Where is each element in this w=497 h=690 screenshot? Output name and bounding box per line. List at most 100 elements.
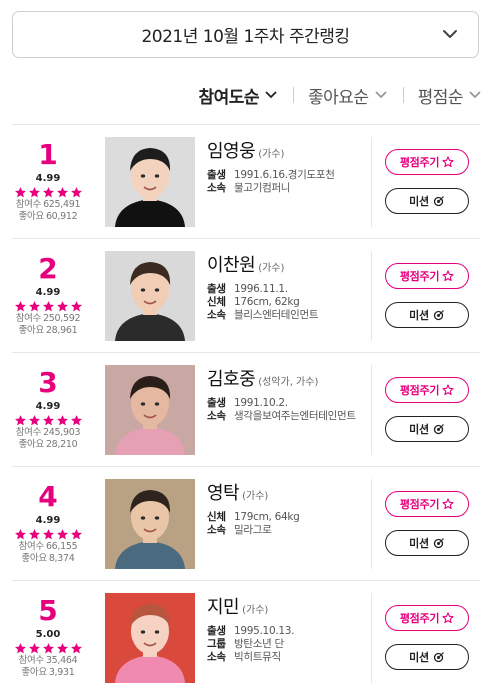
participants-label: 참여수 — [15, 199, 42, 210]
mission-button[interactable]: 미션 — [385, 302, 469, 328]
rank-block: 2 4.99 참여수 250,592 좋아요 28,961 — [12, 253, 84, 337]
star-outline-icon — [442, 384, 454, 396]
detail-line: 출생 1996.11.1. — [207, 283, 367, 296]
detail-key: 신체 — [207, 296, 226, 308]
star-icon — [14, 187, 26, 198]
participants-count: 참여수 245,903 — [12, 427, 84, 439]
rating-stars — [12, 528, 84, 541]
ranking-row: 5 5.00 참여수 35,464 좋아요 3,931 지민 (가수) 출생 1995… — [12, 581, 480, 690]
star-icon — [28, 415, 40, 426]
participants-label: 참여수 — [18, 655, 45, 666]
rate-button[interactable]: 평점주기 — [385, 263, 469, 289]
artist-info: 이찬원 (가수) 출생 1996.11.1. 신체 176cm, 62kg 소속 블리스엔… — [207, 251, 367, 322]
artist-photo[interactable] — [105, 479, 195, 569]
detail-value: 블리스엔터테인먼트 — [234, 309, 319, 321]
participants-label: 참여수 — [18, 541, 45, 552]
week-select-dropdown[interactable]: 2021년 10월 1주차 주간랭킹 — [12, 11, 479, 58]
ranking-list: 1 4.99 참여수 625,491 좋아요 60,912 임영웅 (가수) 출생 1… — [12, 124, 480, 690]
artist-name[interactable]: 임영웅 — [207, 137, 256, 163]
star-icon — [28, 301, 40, 312]
artist-photo[interactable] — [105, 251, 195, 341]
artist-photo[interactable] — [105, 593, 195, 683]
participants-label: 참여수 — [15, 313, 42, 324]
target-icon — [433, 424, 444, 435]
likes-count: 좋아요 60,912 — [12, 211, 84, 223]
artist-name[interactable]: 영탁 — [207, 479, 240, 505]
detail-line: 출생 1991.10.2. — [207, 397, 367, 410]
row-divider — [371, 479, 372, 569]
rate-button[interactable]: 평점주기 — [385, 377, 469, 403]
rank-number: 2 — [38, 252, 58, 285]
star-icon — [28, 643, 40, 654]
target-icon — [433, 538, 444, 549]
star-icon — [56, 415, 68, 426]
artist-name[interactable]: 지민 — [207, 593, 240, 619]
likes-value: 60,912 — [45, 211, 78, 222]
detail-key: 출생 — [207, 169, 226, 181]
detail-key: 소속 — [207, 651, 226, 663]
detail-value: 1991.6.16.경기도포천 — [234, 169, 335, 181]
detail-key: 출생 — [207, 283, 226, 295]
likes-count: 좋아요 8,374 — [12, 553, 84, 565]
chevron-down-icon — [265, 91, 277, 99]
star-icon — [56, 301, 68, 312]
artist-details: 출생 1991.10.2. 소속 생각을보여주는엔터테인먼트 — [207, 397, 367, 423]
rank-number: 5 — [38, 594, 58, 627]
star-icon — [56, 529, 68, 540]
participants-count: 참여수 66,155 — [12, 541, 84, 553]
sort-option-participation[interactable]: 참여도순 — [198, 83, 279, 108]
participants-value: 245,903 — [43, 427, 81, 438]
detail-key: 그룹 — [207, 638, 226, 650]
detail-line: 소속 블리스엔터테인먼트 — [207, 309, 367, 322]
rate-button[interactable]: 평점주기 — [385, 149, 469, 175]
star-icon — [42, 643, 54, 654]
mission-button[interactable]: 미션 — [385, 188, 469, 214]
portrait-image — [105, 479, 195, 569]
star-outline-icon — [442, 498, 454, 510]
artist-info: 임영웅 (가수) 출생 1991.6.16.경기도포천 소속 물고기컴퍼니 — [207, 137, 367, 195]
detail-line: 그룹 방탄소년 단 — [207, 638, 367, 651]
rate-button-label: 평점주기 — [399, 156, 440, 169]
star-icon — [70, 301, 82, 312]
detail-key: 출생 — [207, 625, 226, 637]
star-icon — [42, 187, 54, 198]
artist-job: (가수) — [242, 491, 269, 502]
detail-value: 밀라그로 — [234, 524, 272, 536]
rate-button-label: 평점주기 — [399, 612, 440, 625]
mission-button-label: 미션 — [409, 195, 429, 208]
rank-number: 1 — [38, 138, 58, 171]
detail-key: 소속 — [207, 524, 226, 536]
sort-option-likes[interactable]: 좋아요순 — [308, 83, 389, 108]
rank-block: 1 4.99 참여수 625,491 좋아요 60,912 — [12, 139, 84, 223]
artist-photo[interactable] — [105, 365, 195, 455]
target-icon — [433, 196, 444, 207]
artist-photo[interactable] — [105, 137, 195, 227]
row-divider — [371, 593, 372, 683]
rating-stars — [12, 642, 84, 655]
participants-value: 35,464 — [45, 655, 78, 666]
ranking-row: 3 4.99 참여수 245,903 좋아요 28,210 김호중 (성악가, 가수… — [12, 353, 480, 467]
star-icon — [28, 187, 40, 198]
rank-number: 4 — [38, 480, 58, 513]
artist-job: (성악가, 가수) — [258, 377, 319, 388]
row-divider — [371, 251, 372, 341]
star-outline-icon — [442, 270, 454, 282]
mission-button[interactable]: 미션 — [385, 416, 469, 442]
detail-line: 신체 179cm, 64kg — [207, 511, 367, 524]
detail-value: 1991.10.2. — [234, 397, 288, 409]
participants-label: 참여수 — [15, 427, 42, 438]
artist-name[interactable]: 이찬원 — [207, 251, 256, 277]
mission-button[interactable]: 미션 — [385, 644, 469, 670]
artist-info: 영탁 (가수) 신체 179cm, 64kg 소속 밀라그로 — [207, 479, 367, 537]
mission-button[interactable]: 미션 — [385, 530, 469, 556]
rate-button[interactable]: 평점주기 — [385, 491, 469, 517]
artist-name[interactable]: 김호중 — [207, 365, 256, 391]
sort-option-rating[interactable]: 평점순 — [418, 83, 483, 108]
artist-details: 출생 1991.6.16.경기도포천 소속 물고기컴퍼니 — [207, 169, 367, 195]
chevron-down-icon — [469, 91, 481, 99]
detail-value: 176cm, 62kg — [234, 296, 300, 308]
row-divider — [371, 137, 372, 227]
star-icon — [14, 415, 26, 426]
rate-button[interactable]: 평점주기 — [385, 605, 469, 631]
ranking-row: 2 4.99 참여수 250,592 좋아요 28,961 이찬원 (가수) 출생 1… — [12, 239, 480, 353]
